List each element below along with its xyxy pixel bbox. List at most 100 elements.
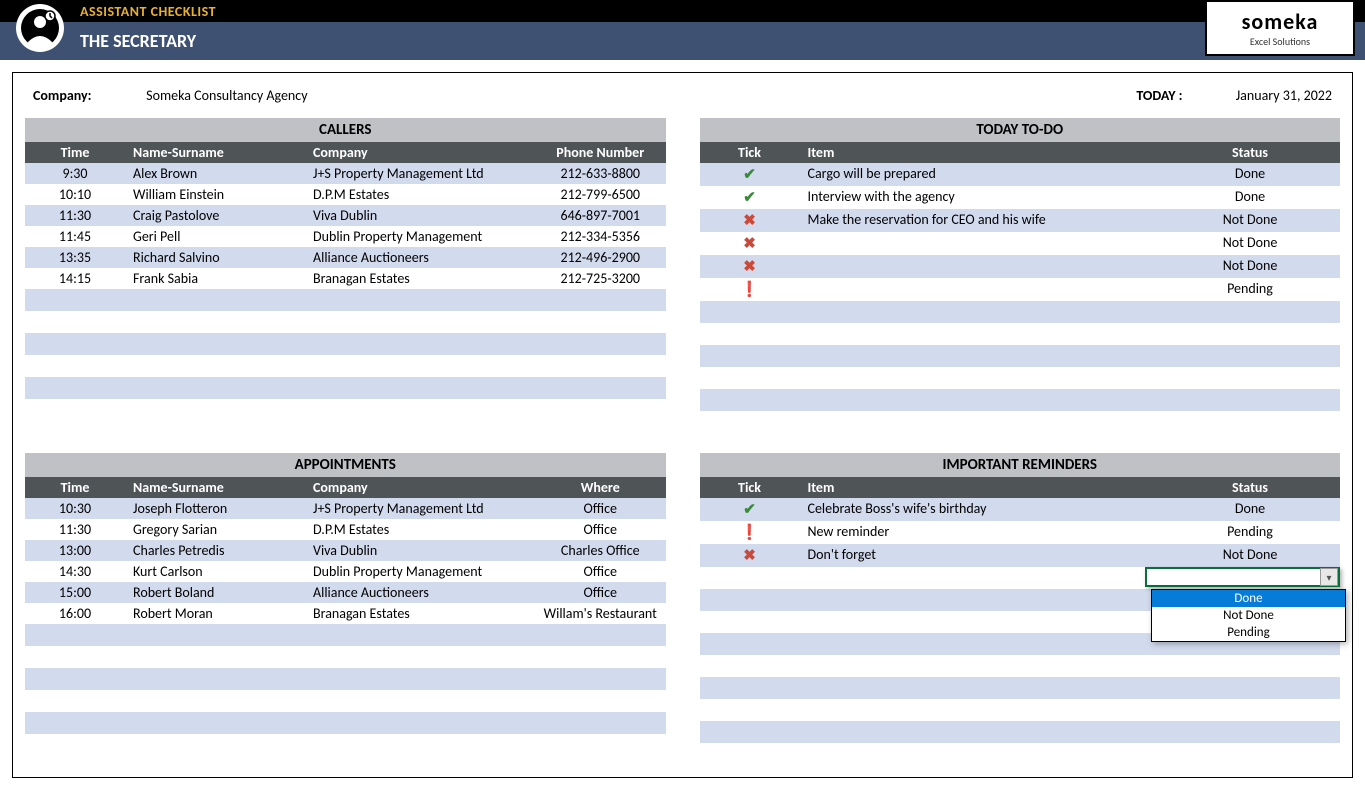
cell-time[interactable]: 9:30	[25, 163, 125, 184]
cell-name[interactable]: Frank Sabia	[125, 268, 305, 289]
cell-time[interactable]: 11:30	[25, 519, 125, 540]
table-row[interactable]	[700, 301, 1341, 323]
table-row[interactable]	[700, 677, 1341, 699]
cell-where[interactable]: Office	[535, 519, 666, 540]
table-row[interactable]	[25, 355, 666, 377]
table-row[interactable]: ✖Don't forgetNot Done	[700, 544, 1341, 567]
cell-tick[interactable]: ✔	[700, 163, 800, 186]
cell-time[interactable]: 16:00	[25, 603, 125, 624]
cell-time[interactable]: 10:30	[25, 498, 125, 519]
cell-item[interactable]: Interview with the agency	[800, 186, 1161, 209]
cell-name[interactable]: Geri Pell	[125, 226, 305, 247]
table-row[interactable]	[700, 389, 1341, 411]
cell-time[interactable]: 14:30	[25, 561, 125, 582]
cell-name[interactable]: Charles Petredis	[125, 540, 305, 561]
table-row[interactable]: 13:00Charles PetredisViva DublinCharles …	[25, 540, 666, 561]
cell-where[interactable]: Willam's Restaurant	[535, 603, 666, 624]
cell-phone[interactable]: 212-725-3200	[535, 268, 666, 289]
cell-name[interactable]: Craig Pastolove	[125, 205, 305, 226]
cell-name[interactable]: Richard Salvino	[125, 247, 305, 268]
cell-company[interactable]: Alliance Auctioneers	[305, 582, 535, 603]
table-row[interactable]	[25, 690, 666, 712]
cell-time[interactable]: 11:30	[25, 205, 125, 226]
cell-name[interactable]: Robert Boland	[125, 582, 305, 603]
cell-name[interactable]: Alex Brown	[125, 163, 305, 184]
cell-status[interactable]: Not Done	[1160, 232, 1340, 255]
table-row[interactable]	[700, 411, 1341, 433]
table-row[interactable]: 16:00Robert MoranBranagan EstatesWillam'…	[25, 603, 666, 624]
cell-where[interactable]: Charles Office	[535, 540, 666, 561]
table-row[interactable]: ✔Celebrate Boss's wife's birthdayDone	[700, 498, 1341, 521]
cell-tick[interactable]: ✖	[700, 255, 800, 278]
table-row[interactable]	[25, 289, 666, 311]
table-row[interactable]	[25, 311, 666, 333]
table-row[interactable]	[25, 734, 666, 756]
table-row[interactable]	[25, 399, 666, 421]
table-row[interactable]: ✔Interview with the agencyDone	[700, 186, 1341, 209]
table-row[interactable]	[700, 721, 1341, 743]
table-row[interactable]: 10:30Joseph FlotteronJ+S Property Manage…	[25, 498, 666, 519]
table-row[interactable]	[700, 655, 1341, 677]
cell-company[interactable]: D.P.M Estates	[305, 184, 535, 205]
cell-item[interactable]: Don't forget	[800, 544, 1161, 567]
table-row[interactable]: ✖ Not Done	[700, 255, 1341, 278]
cell-company[interactable]: J+S Property Management Ltd	[305, 163, 535, 184]
cell-status[interactable]: Pending	[1160, 521, 1340, 544]
dropdown-cell[interactable]: ▾	[1145, 567, 1340, 587]
table-row[interactable]: 14:30Kurt CarlsonDublin Property Managem…	[25, 561, 666, 582]
cell-company[interactable]: D.P.M Estates	[305, 519, 535, 540]
table-row[interactable]: ✔Cargo will be preparedDone	[700, 163, 1341, 186]
cell-tick[interactable]: ✔	[700, 498, 800, 521]
cell-status[interactable]: Done	[1160, 163, 1340, 186]
cell-status[interactable]: Not Done	[1160, 544, 1340, 567]
table-row[interactable]	[700, 743, 1341, 765]
cell-phone[interactable]: 212-799-6500	[535, 184, 666, 205]
cell-time[interactable]: 10:10	[25, 184, 125, 205]
cell-company[interactable]: Dublin Property Management	[305, 226, 535, 247]
cell-time[interactable]: 13:35	[25, 247, 125, 268]
table-row[interactable]	[700, 699, 1341, 721]
cell-tick[interactable]: ✖	[700, 209, 800, 232]
cell-tick[interactable]: ❗	[700, 278, 800, 301]
table-row[interactable]: 14:15Frank SabiaBranagan Estates212-725-…	[25, 268, 666, 289]
cell-phone[interactable]: 212-334-5356	[535, 226, 666, 247]
cell-company[interactable]: Branagan Estates	[305, 268, 535, 289]
table-row[interactable]: 11:30Gregory SarianD.P.M EstatesOffice	[25, 519, 666, 540]
dropdown-option[interactable]: Pending	[1152, 624, 1345, 641]
table-row[interactable]	[25, 668, 666, 690]
cell-status[interactable]: ▾DoneNot DonePending	[1160, 567, 1340, 589]
table-row[interactable]: ✖ Not Done	[700, 232, 1341, 255]
cell-phone[interactable]: 646-897-7001	[535, 205, 666, 226]
table-row[interactable]: 10:10William EinsteinD.P.M Estates212-79…	[25, 184, 666, 205]
cell-item[interactable]	[800, 567, 1161, 589]
table-row[interactable]	[700, 367, 1341, 389]
cell-where[interactable]: Office	[535, 498, 666, 519]
cell-item[interactable]	[800, 255, 1161, 278]
cell-item[interactable]	[800, 278, 1161, 301]
cell-tick[interactable]: ❗	[700, 521, 800, 544]
cell-phone[interactable]: 212-633-8800	[535, 163, 666, 184]
table-row[interactable]: ✖Make the reservation for CEO and his wi…	[700, 209, 1341, 232]
table-row[interactable]	[700, 323, 1341, 345]
cell-name[interactable]: Kurt Carlson	[125, 561, 305, 582]
cell-item[interactable]: New reminder	[800, 521, 1161, 544]
table-row[interactable]	[25, 377, 666, 399]
table-row[interactable]	[25, 333, 666, 355]
cell-company[interactable]: J+S Property Management Ltd	[305, 498, 535, 519]
table-row[interactable]	[700, 345, 1341, 367]
cell-tick[interactable]: ✔	[700, 186, 800, 209]
dropdown-list[interactable]: DoneNot DonePending	[1151, 589, 1346, 642]
table-row[interactable]	[25, 624, 666, 646]
cell-status[interactable]: Done	[1160, 186, 1340, 209]
cell-status[interactable]: Not Done	[1160, 255, 1340, 278]
cell-status[interactable]: Pending	[1160, 278, 1340, 301]
cell-time[interactable]: 15:00	[25, 582, 125, 603]
cell-tick[interactable]: ✖	[700, 232, 800, 255]
cell-tick[interactable]: ✖	[700, 544, 800, 567]
cell-where[interactable]: Office	[535, 582, 666, 603]
cell-company[interactable]: Alliance Auctioneers	[305, 247, 535, 268]
cell-time[interactable]: 11:45	[25, 226, 125, 247]
table-row[interactable]: ▾DoneNot DonePending	[700, 567, 1341, 589]
cell-status[interactable]: Done	[1160, 498, 1340, 521]
table-row[interactable]: 11:30Craig PastoloveViva Dublin646-897-7…	[25, 205, 666, 226]
